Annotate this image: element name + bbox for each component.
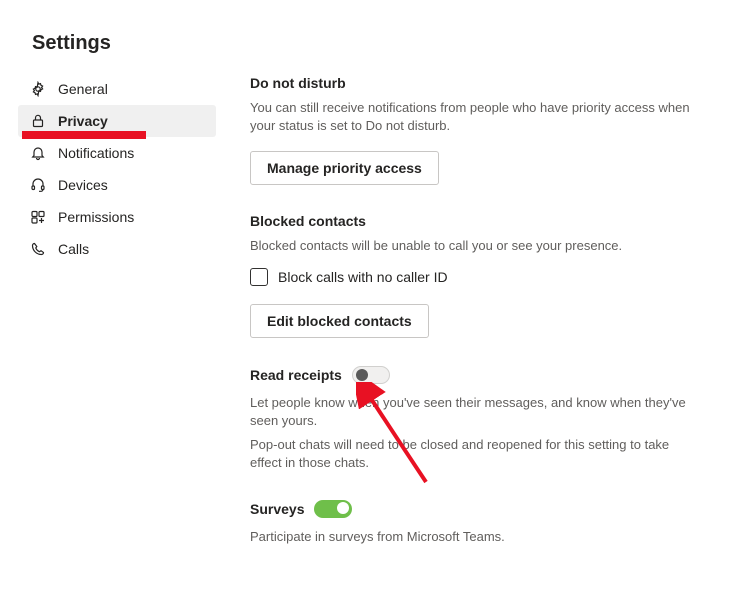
sidebar-item-permissions[interactable]: Permissions xyxy=(18,201,216,233)
section-note: Pop-out chats will need to be closed and… xyxy=(250,436,699,472)
block-no-callerid-row[interactable]: Block calls with no caller ID xyxy=(250,268,699,286)
edit-blocked-contacts-button[interactable]: Edit blocked contacts xyxy=(250,304,429,338)
section-surveys: Surveys Participate in surveys from Micr… xyxy=(250,500,699,546)
sidebar-item-label: General xyxy=(58,81,108,97)
section-title: Do not disturb xyxy=(250,75,699,91)
bell-icon xyxy=(30,145,46,161)
toggle-knob-icon xyxy=(337,502,349,514)
sidebar-item-label: Devices xyxy=(58,177,108,193)
section-desc: Let people know when you've seen their m… xyxy=(250,394,699,430)
sidebar-item-devices[interactable]: Devices xyxy=(18,169,216,201)
section-desc: Participate in surveys from Microsoft Te… xyxy=(250,528,699,546)
checkbox-icon[interactable] xyxy=(250,268,268,286)
gear-icon xyxy=(30,81,46,97)
read-receipts-toggle[interactable] xyxy=(352,366,390,384)
sidebar-item-label: Calls xyxy=(58,241,89,257)
page-title: Settings xyxy=(0,0,743,55)
sidebar-item-calls[interactable]: Calls xyxy=(18,233,216,265)
manage-priority-access-button[interactable]: Manage priority access xyxy=(250,151,439,185)
sidebar-item-general[interactable]: General xyxy=(18,73,216,105)
section-read-receipts: Read receipts Let people know when you'v… xyxy=(250,366,699,473)
phone-icon xyxy=(30,241,46,257)
section-title: Read receipts xyxy=(250,367,342,383)
settings-sidebar: General Privacy Notifications Devices Pe… xyxy=(0,67,216,575)
sidebar-item-label: Notifications xyxy=(58,145,134,161)
toggle-knob-icon xyxy=(356,369,368,381)
section-desc: Blocked contacts will be unable to call … xyxy=(250,237,699,255)
headset-icon xyxy=(30,177,46,193)
settings-main: Do not disturb You can still receive not… xyxy=(216,67,743,575)
annotation-underline xyxy=(22,131,146,139)
lock-icon xyxy=(30,113,46,129)
section-title: Blocked contacts xyxy=(250,213,699,229)
section-dnd: Do not disturb You can still receive not… xyxy=(250,75,699,185)
sidebar-item-label: Permissions xyxy=(58,209,134,225)
section-desc: You can still receive notifications from… xyxy=(250,99,699,135)
grid-icon xyxy=(30,209,46,225)
section-title: Surveys xyxy=(250,501,304,517)
section-blocked: Blocked contacts Blocked contacts will b… xyxy=(250,213,699,337)
surveys-toggle[interactable] xyxy=(314,500,352,518)
sidebar-item-notifications[interactable]: Notifications xyxy=(18,137,216,169)
checkbox-label: Block calls with no caller ID xyxy=(278,269,448,285)
sidebar-item-label: Privacy xyxy=(58,113,108,129)
